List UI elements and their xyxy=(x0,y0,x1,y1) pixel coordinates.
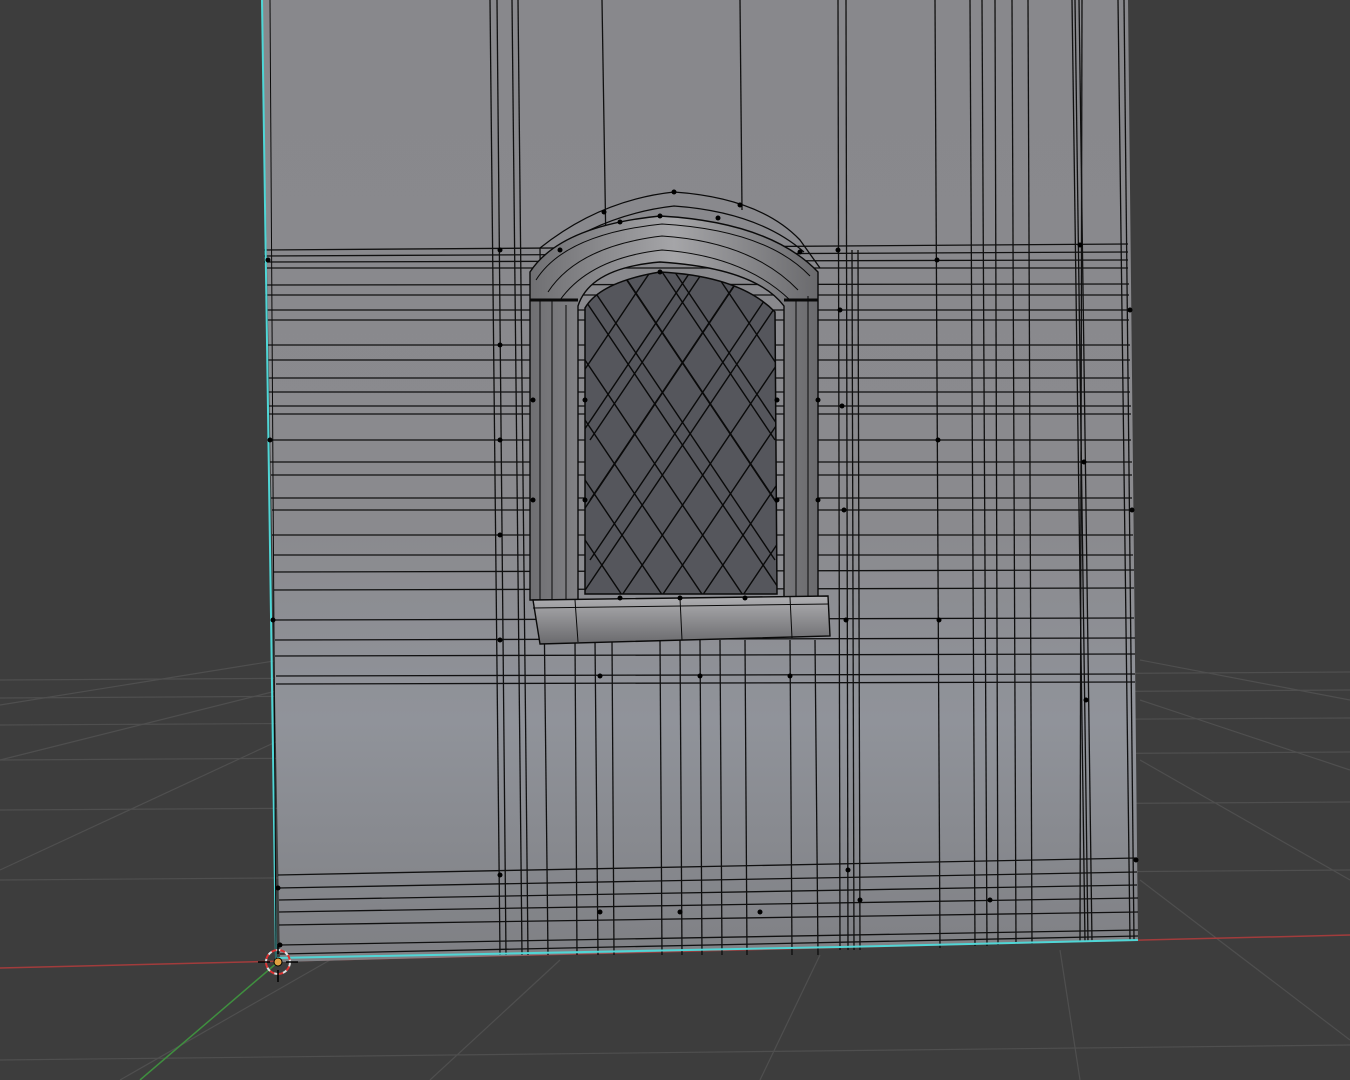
object-origin-icon xyxy=(273,957,283,967)
y-axis-line xyxy=(139,961,279,1080)
viewport-canvas[interactable] xyxy=(0,0,1350,1080)
3d-viewport[interactable] xyxy=(0,0,1350,1080)
